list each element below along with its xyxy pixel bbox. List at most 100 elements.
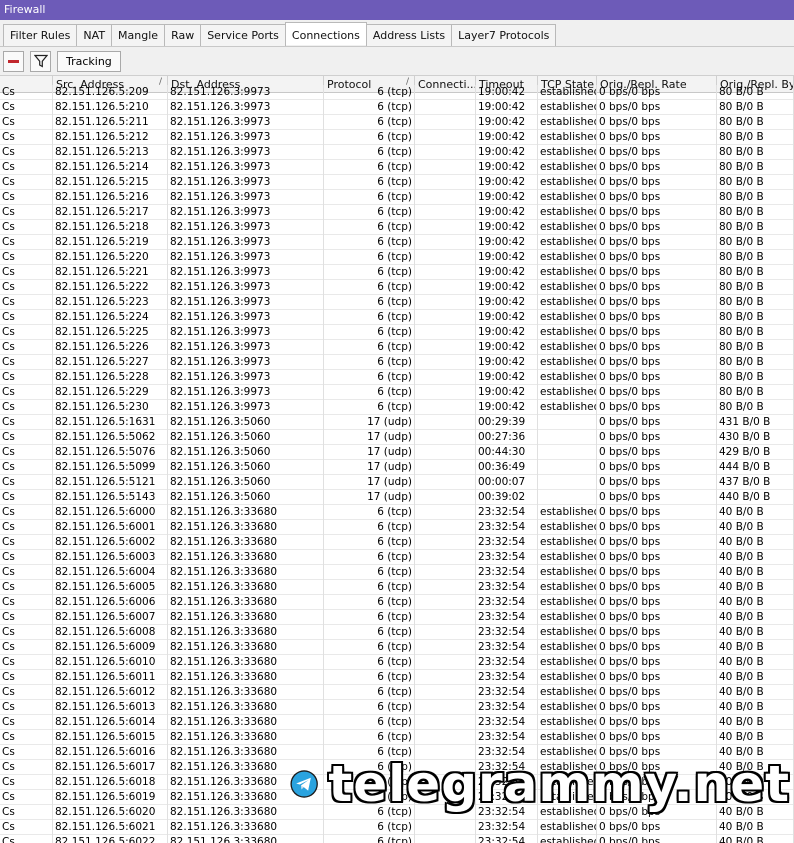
filter-button[interactable] <box>30 50 51 72</box>
cell-flags: Cs <box>0 220 53 235</box>
tab-raw[interactable]: Raw <box>164 24 202 46</box>
table-row[interactable]: Cs 82.151.126.5:210 82.151.126.3:9973 6 (tc… <box>0 100 794 115</box>
cell-tcp-state: established <box>540 730 597 745</box>
table-row[interactable]: Cs 82.151.126.5:230 82.151.126.3:9973 6 (tc… <box>0 400 794 415</box>
table-row[interactable]: Cs 82.151.126.5:221 82.151.126.3:9973 6 (tc… <box>0 265 794 280</box>
cell-timeout: 00:36:49 <box>476 460 538 475</box>
cell-flags: Cs <box>0 280 53 295</box>
cell-flags: Cs <box>0 745 53 760</box>
table-row[interactable]: Cs 82.151.126.5:6002 82.151.126.3:33680 6 (… <box>0 535 794 550</box>
tab-address-lists[interactable]: Address Lists <box>365 24 453 46</box>
table-row[interactable]: Cs 82.151.126.5:6001 82.151.126.3:33680 6 (… <box>0 520 794 535</box>
cell-flags: Cs <box>0 775 53 790</box>
table-row[interactable]: Cs 82.151.126.5:216 82.151.126.3:9973 6 (tc… <box>0 190 794 205</box>
cell-timeout: 23:32:54 <box>476 595 538 610</box>
table-row[interactable]: Cs 82.151.126.5:219 82.151.126.3:9973 6 (tc… <box>0 235 794 250</box>
cell-timeout: 19:00:42 <box>476 130 538 145</box>
cell-orig-repl-bytes: 80 B/0 B <box>717 340 794 355</box>
table-row[interactable]: Cs 82.151.126.5:226 82.151.126.3:9973 6 (tc… <box>0 340 794 355</box>
table-row[interactable]: Cs 82.151.126.5:5121 82.151.126.3:5060 17 (… <box>0 475 794 490</box>
cell-orig-repl-bytes: 80 B/0 B <box>717 370 794 385</box>
table-row[interactable]: Cs 82.151.126.5:217 82.151.126.3:9973 6 (tc… <box>0 205 794 220</box>
table-row[interactable]: Cs 82.151.126.5:6006 82.151.126.3:33680 6 (… <box>0 595 794 610</box>
table-row[interactable]: Cs 82.151.126.5:5076 82.151.126.3:5060 17 (… <box>0 445 794 460</box>
cell-connection-type <box>415 610 476 625</box>
table-row[interactable]: Cs 82.151.126.5:218 82.151.126.3:9973 6 (tc… <box>0 220 794 235</box>
table-row[interactable]: Cs 82.151.126.5:227 82.151.126.3:9973 6 (tc… <box>0 355 794 370</box>
cell-flags: Cs <box>0 325 53 340</box>
table-row[interactable]: Cs 82.151.126.5:214 82.151.126.3:9973 6 (tc… <box>0 160 794 175</box>
table-row[interactable]: Cs 82.151.126.5:6010 82.151.126.3:33680 6 (… <box>0 655 794 670</box>
cell-src-address: 82.151.126.5:1631 <box>53 415 168 430</box>
table-row[interactable]: Cs 82.151.126.5:209 82.151.126.3:9973 6 (tc… <box>0 85 794 100</box>
table-row[interactable]: Cs 82.151.126.5:211 82.151.126.3:9973 6 (tc… <box>0 115 794 130</box>
cell-connection-type <box>415 235 476 250</box>
table-row[interactable]: Cs 82.151.126.5:6022 82.151.126.3:33680 6 (… <box>0 835 794 843</box>
cell-connection-type <box>415 310 476 325</box>
table-row[interactable]: Cs 82.151.126.5:6008 82.151.126.3:33680 6 (… <box>0 625 794 640</box>
cell-orig-repl-rate: 0 bps/0 bps <box>597 265 717 280</box>
cell-orig-repl-bytes: 80 B/0 B <box>717 100 794 115</box>
cell-flags: Cs <box>0 760 53 775</box>
cell-timeout: 23:32:54 <box>476 685 538 700</box>
table-row[interactable]: Cs 82.151.126.5:229 82.151.126.3:9973 6 (tc… <box>0 385 794 400</box>
cell-orig-repl-rate: 0 bps/0 bps <box>597 715 717 730</box>
cell-orig-repl-bytes: 40 B/0 B <box>717 640 794 655</box>
tab-nat[interactable]: NAT <box>76 24 113 46</box>
cell-flags: Cs <box>0 580 53 595</box>
tracking-button[interactable]: Tracking <box>57 50 121 72</box>
table-row[interactable]: Cs 82.151.126.5:6004 82.151.126.3:33680 6 (… <box>0 565 794 580</box>
cell-src-address: 82.151.126.5:216 <box>53 190 168 205</box>
cell-flags: Cs <box>0 85 53 100</box>
table-row[interactable]: Cs 82.151.126.5:5099 82.151.126.3:5060 17 (… <box>0 460 794 475</box>
table-row[interactable]: Cs 82.151.126.5:215 82.151.126.3:9973 6 (tc… <box>0 175 794 190</box>
table-body[interactable]: Cs 82.151.126.5:209 82.151.126.3:9973 6 (tc… <box>0 85 794 843</box>
remove-button[interactable] <box>3 50 24 72</box>
cell-src-address: 82.151.126.5:5121 <box>53 475 168 490</box>
table-row[interactable]: Cs 82.151.126.5:224 82.151.126.3:9973 6 (tc… <box>0 310 794 325</box>
window-title: Firewall <box>0 0 794 20</box>
table-row[interactable]: Cs 82.151.126.5:6014 82.151.126.3:33680 6 (… <box>0 715 794 730</box>
cell-tcp-state: established <box>540 550 597 565</box>
cell-src-address: 82.151.126.5:6008 <box>53 625 168 640</box>
table-row[interactable]: Cs 82.151.126.5:222 82.151.126.3:9973 6 (tc… <box>0 280 794 295</box>
table-row[interactable]: Cs 82.151.126.5:5062 82.151.126.3:5060 17 (… <box>0 430 794 445</box>
table-row[interactable]: Cs 82.151.126.5:6000 82.151.126.3:33680 6 (… <box>0 505 794 520</box>
table-row[interactable]: Cs 82.151.126.5:228 82.151.126.3:9973 6 (tc… <box>0 370 794 385</box>
tab-layer7-protocols[interactable]: Layer7 Protocols <box>451 24 557 46</box>
tab-service-ports[interactable]: Service Ports <box>200 24 286 46</box>
table-row[interactable]: Cs 82.151.126.5:6007 82.151.126.3:33680 6 (… <box>0 610 794 625</box>
cell-orig-repl-rate: 0 bps/0 bps <box>597 655 717 670</box>
table-row[interactable]: Cs 82.151.126.5:6012 82.151.126.3:33680 6 (… <box>0 685 794 700</box>
table-row[interactable]: Cs 82.151.126.5:225 82.151.126.3:9973 6 (tc… <box>0 325 794 340</box>
cell-orig-repl-bytes: 40 B/0 B <box>717 535 794 550</box>
table-row[interactable]: Cs 82.151.126.5:1631 82.151.126.3:5060 17 (… <box>0 415 794 430</box>
cell-orig-repl-bytes: 40 B/0 B <box>717 520 794 535</box>
tab-filter-rules[interactable]: Filter Rules <box>3 24 78 46</box>
cell-protocol: 6 (tcp) <box>324 595 415 610</box>
cell-orig-repl-bytes: 80 B/0 B <box>717 265 794 280</box>
table-row[interactable]: Cs 82.151.126.5:5143 82.151.126.3:5060 17 (… <box>0 490 794 505</box>
cell-timeout: 19:00:42 <box>476 265 538 280</box>
cell-orig-repl-bytes: 430 B/0 B <box>717 430 794 445</box>
table-row[interactable]: Cs 82.151.126.5:6021 82.151.126.3:33680 6 (… <box>0 820 794 835</box>
cell-orig-repl-rate: 0 bps/0 bps <box>597 535 717 550</box>
table-row[interactable]: Cs 82.151.126.5:6005 82.151.126.3:33680 6 (… <box>0 580 794 595</box>
table-row[interactable]: Cs 82.151.126.5:220 82.151.126.3:9973 6 (tc… <box>0 250 794 265</box>
table-row[interactable]: Cs 82.151.126.5:223 82.151.126.3:9973 6 (tc… <box>0 295 794 310</box>
table-row[interactable]: Cs 82.151.126.5:6011 82.151.126.3:33680 6 (… <box>0 670 794 685</box>
cell-orig-repl-rate: 0 bps/0 bps <box>597 490 717 505</box>
tab-mangle[interactable]: Mangle <box>111 24 166 46</box>
table-row[interactable]: Cs 82.151.126.5:6003 82.151.126.3:33680 6 (… <box>0 550 794 565</box>
table-row[interactable]: Cs 82.151.126.5:213 82.151.126.3:9973 6 (tc… <box>0 145 794 160</box>
cell-orig-repl-bytes: 80 B/0 B <box>717 385 794 400</box>
cell-tcp-state: established <box>540 640 597 655</box>
cell-orig-repl-rate: 0 bps/0 bps <box>597 595 717 610</box>
cell-tcp-state <box>538 475 597 490</box>
tab-connections[interactable]: Connections <box>284 22 367 45</box>
table-row[interactable]: Cs 82.151.126.5:212 82.151.126.3:9973 6 (tc… <box>0 130 794 145</box>
table-row[interactable]: Cs 82.151.126.5:6013 82.151.126.3:33680 6 (… <box>0 700 794 715</box>
cell-flags: Cs <box>0 130 53 145</box>
table-row[interactable]: Cs 82.151.126.5:6015 82.151.126.3:33680 6 (… <box>0 730 794 745</box>
table-row[interactable]: Cs 82.151.126.5:6009 82.151.126.3:33680 6 (… <box>0 640 794 655</box>
